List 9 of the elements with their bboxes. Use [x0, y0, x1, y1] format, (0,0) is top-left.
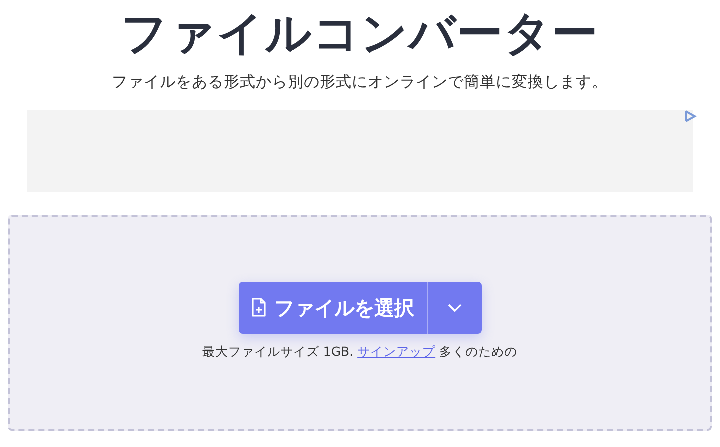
drop-zone[interactable]: ファイルを選択 最大ファイルサイズ 1GB. サインアップ 多くのための	[8, 215, 712, 431]
file-add-icon	[250, 298, 266, 318]
file-size-note: 最大ファイルサイズ 1GB. サインアップ 多くのための	[202, 344, 518, 361]
choose-file-button[interactable]: ファイルを選択	[238, 282, 426, 334]
page-title: ファイルコンバーター	[121, 5, 599, 62]
triangle-icon[interactable]	[684, 110, 697, 123]
subtitle: ファイルをある形式から別の形式にオンラインで簡単に変換します。	[112, 72, 608, 93]
chevron-down-icon	[448, 304, 462, 312]
signup-link[interactable]: サインアップ	[358, 344, 436, 359]
